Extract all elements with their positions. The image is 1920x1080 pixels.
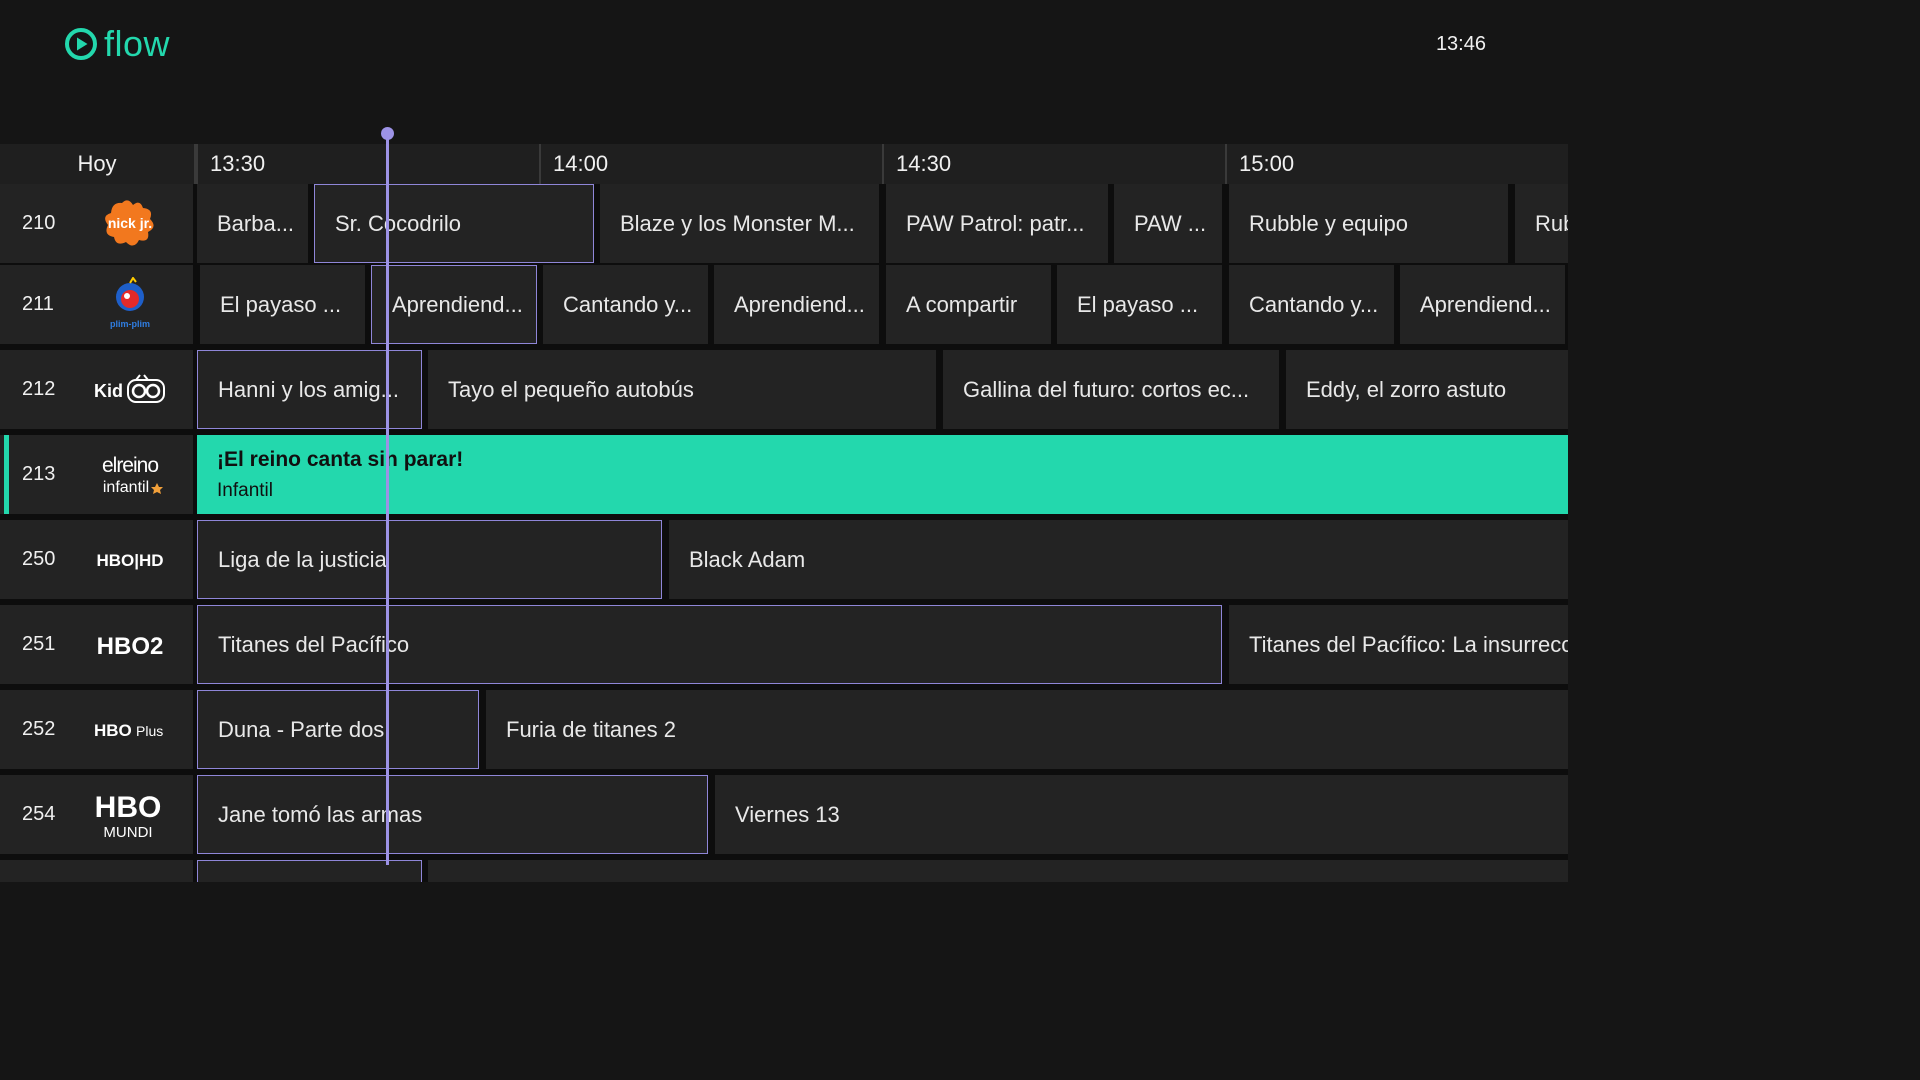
channel-number: 213 bbox=[22, 463, 56, 485]
today-label: Hoy bbox=[0, 144, 196, 184]
current-time-dot bbox=[381, 127, 394, 140]
channel-number: 251 bbox=[22, 633, 56, 655]
nick-jr-logo: nick jr. bbox=[90, 192, 170, 255]
selection-indicator bbox=[4, 435, 9, 514]
time-tick: 14:30 bbox=[882, 144, 1225, 184]
program-cell[interactable]: Liga de la justicia bbox=[197, 520, 662, 599]
program-cell-active[interactable]: ¡El reino canta sin parar! Infantil bbox=[197, 435, 1568, 514]
hbo-plus-logo: HBO Plus bbox=[90, 698, 170, 761]
svg-text:Kid: Kid bbox=[94, 381, 123, 401]
channel-cell[interactable]: 251 HBO2 bbox=[0, 605, 193, 684]
svg-text:HBO: HBO bbox=[94, 721, 132, 740]
channel-row: 211 plim-plim El payaso ... Aprendiend..… bbox=[0, 265, 1568, 344]
svg-text:HBO|HD: HBO|HD bbox=[96, 551, 163, 570]
program-cell[interactable]: Furia de titanes 2 bbox=[486, 690, 1568, 769]
program-cell[interactable]: Eddy, el zorro astuto bbox=[1286, 350, 1568, 429]
program-cell[interactable]: PAW ... bbox=[1114, 184, 1222, 263]
program-cell[interactable]: Titanes del Pacífico: La insurrecc bbox=[1229, 605, 1568, 684]
time-tick: 15:00 bbox=[1225, 144, 1568, 184]
svg-text:elreino: elreino bbox=[102, 454, 158, 477]
app-header: flow 13:46 bbox=[0, 0, 1568, 144]
channel-cell[interactable]: 254 HBO MUNDI bbox=[0, 775, 193, 854]
channel-row: 252 HBO Plus Duna - Parte dos Furia de t… bbox=[0, 690, 1568, 769]
svg-text:Plus: Plus bbox=[136, 723, 163, 739]
program-cell[interactable]: Aprendiend... bbox=[1400, 265, 1565, 344]
program-cell[interactable]: Gallina del futuro: cortos ec... bbox=[943, 350, 1279, 429]
hbo-hd-logo: HBO|HD bbox=[90, 528, 170, 591]
program-cell[interactable]: Black Adam bbox=[669, 520, 1568, 599]
program-cell[interactable]: Titanes del Pacífico bbox=[197, 605, 1222, 684]
channel-cell[interactable]: 211 plim-plim bbox=[0, 265, 193, 344]
channel-row-partial bbox=[0, 860, 1568, 882]
program-cell[interactable]: Tayo el pequeño autobús bbox=[428, 350, 936, 429]
channel-number: 254 bbox=[22, 803, 56, 825]
program-cell[interactable]: Blaze y los Monster M... bbox=[600, 184, 879, 263]
hbo-mundi-logo: HBO MUNDI bbox=[90, 783, 170, 846]
timeline-header: Hoy 13:30 14:00 14:30 15:00 bbox=[0, 144, 1568, 184]
channel-row: 210 nick jr. Barba... Sr. Cocodrilo Blaz… bbox=[0, 184, 1568, 263]
channel-number: 210 bbox=[22, 212, 56, 234]
current-time-line bbox=[386, 133, 389, 865]
program-cell[interactable]: A compartir bbox=[886, 265, 1051, 344]
program-cell[interactable]: Jane tomó las armas bbox=[197, 775, 708, 854]
svg-text:HBO2: HBO2 bbox=[97, 633, 164, 660]
svg-text:plim-plim: plim-plim bbox=[110, 319, 150, 329]
channel-cell[interactable]: 213 elreino infantil bbox=[0, 435, 193, 514]
program-cell[interactable]: Duna - Parte dos bbox=[197, 690, 479, 769]
channel-cell[interactable]: 252 HBO Plus bbox=[0, 690, 193, 769]
program-cell[interactable]: Viernes 13 bbox=[715, 775, 1568, 854]
svg-text:nick jr.: nick jr. bbox=[108, 215, 152, 231]
plim-plim-logo: plim-plim bbox=[90, 273, 170, 336]
channel-row: 250 HBO|HD Liga de la justicia Black Ada… bbox=[0, 520, 1568, 599]
time-tick: 14:00 bbox=[539, 144, 882, 184]
program-cell[interactable]: Cantando y... bbox=[543, 265, 708, 344]
channel-number: 211 bbox=[22, 293, 54, 315]
play-circle-icon bbox=[65, 28, 97, 60]
hbo2-logo: HBO2 bbox=[90, 613, 170, 676]
svg-text:MUNDI: MUNDI bbox=[103, 824, 152, 841]
program-cell[interactable]: PAW Patrol: patr... bbox=[886, 184, 1108, 263]
channel-number: 212 bbox=[22, 378, 56, 400]
kidoo-logo: Kid bbox=[90, 358, 170, 421]
clock: 13:46 bbox=[1435, 33, 1486, 55]
program-cell[interactable]: Rub bbox=[1515, 184, 1568, 263]
time-tick: 13:30 bbox=[196, 144, 539, 184]
channel-number: 252 bbox=[22, 718, 56, 740]
channel-cell[interactable]: 212 Kid bbox=[0, 350, 193, 429]
program-cell[interactable]: Aprendiend... bbox=[714, 265, 879, 344]
program-title: ¡El reino canta sin parar! bbox=[217, 447, 464, 471]
program-cell[interactable]: El payaso ... bbox=[200, 265, 365, 344]
channel-row: 212 Kid Hanni y los amig... Tayo el pequ… bbox=[0, 350, 1568, 429]
channel-cell[interactable]: 250 HBO|HD bbox=[0, 520, 193, 599]
channel-row-selected: 213 elreino infantil ¡El reino canta sin… bbox=[0, 435, 1568, 514]
program-cell[interactable]: Barba... bbox=[197, 184, 308, 263]
app-name: flow bbox=[104, 23, 171, 64]
channel-cell[interactable] bbox=[0, 860, 193, 882]
program-cell[interactable]: Aprendiend... bbox=[371, 265, 537, 344]
program-cell[interactable]: Rubble y equipo bbox=[1229, 184, 1508, 263]
svg-text:infantil: infantil bbox=[103, 479, 149, 496]
program-cell[interactable]: El payaso ... bbox=[1057, 265, 1222, 344]
channel-row: 254 HBO MUNDI Jane tomó las armas Vierne… bbox=[0, 775, 1568, 854]
channel-row: 251 HBO2 Titanes del Pacífico Titanes de… bbox=[0, 605, 1568, 684]
program-genre: Infantil bbox=[217, 479, 273, 501]
svg-text:HBO: HBO bbox=[95, 791, 162, 824]
el-reino-infantil-logo: elreino infantil bbox=[90, 443, 170, 506]
channel-number: 250 bbox=[22, 548, 56, 570]
flow-logo: flow bbox=[64, 26, 170, 62]
program-cell[interactable] bbox=[428, 860, 1568, 882]
channel-cell[interactable]: 210 nick jr. bbox=[0, 184, 193, 263]
program-cell[interactable]: Cantando y... bbox=[1229, 265, 1394, 344]
epg-grid: 210 nick jr. Barba... Sr. Cocodrilo Blaz… bbox=[0, 184, 1568, 882]
program-cell[interactable]: Sr. Cocodrilo bbox=[314, 184, 594, 263]
